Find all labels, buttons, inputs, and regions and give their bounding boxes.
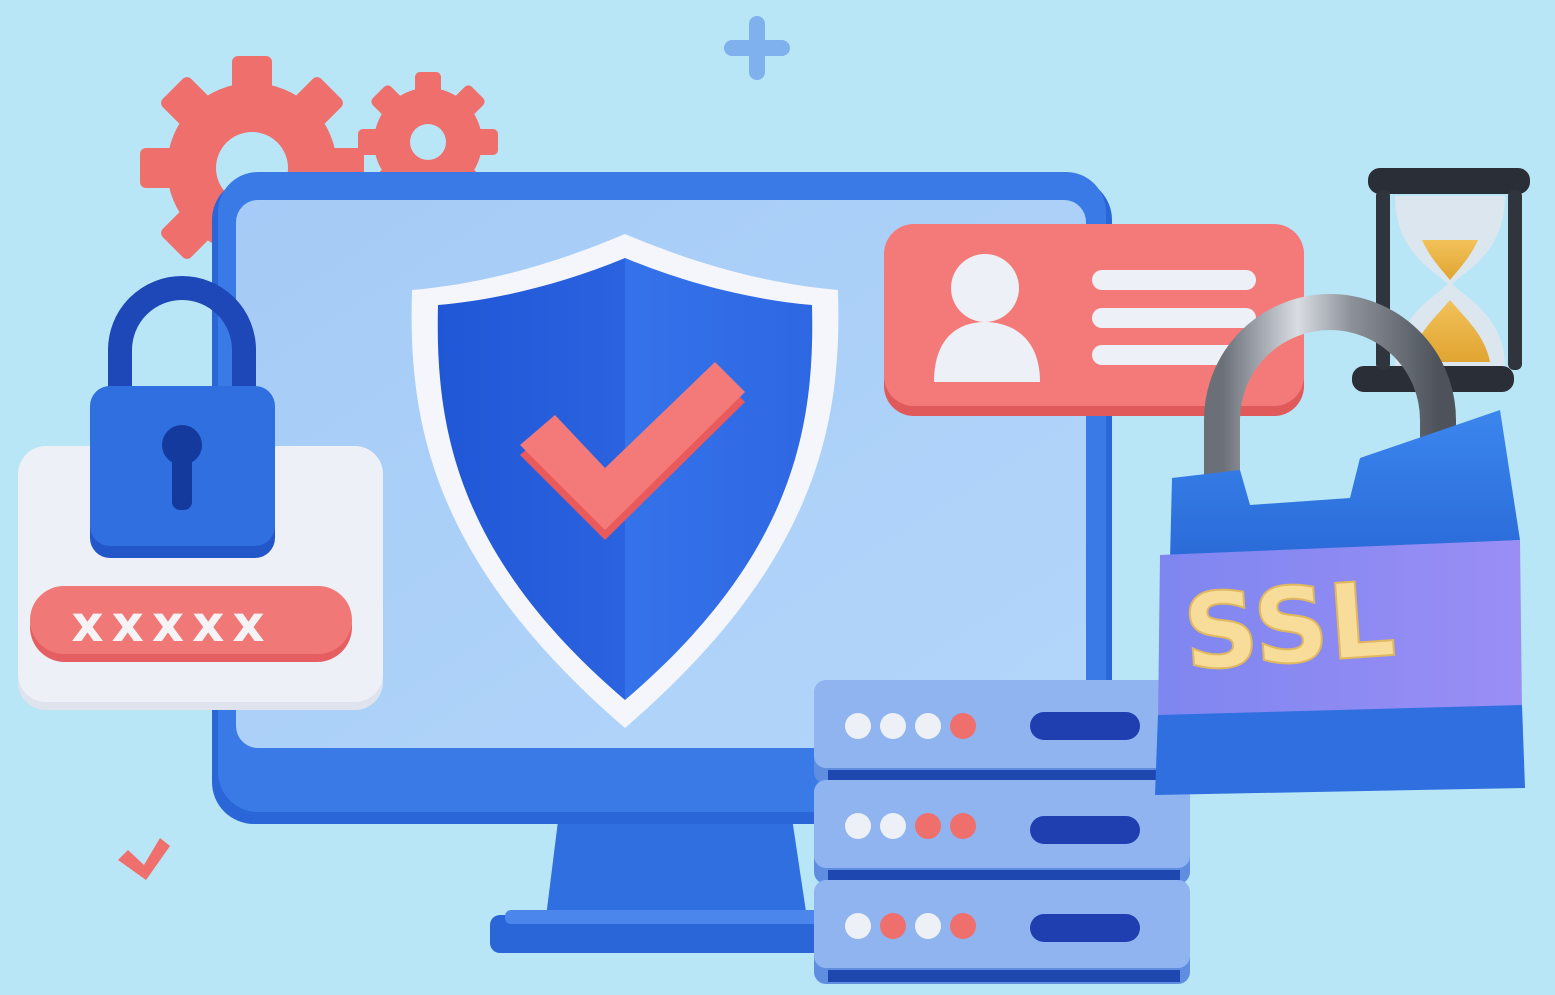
ssl-badge-text: SSL [1179, 558, 1398, 694]
server-unit [814, 780, 1190, 884]
plus-icon [724, 16, 790, 80]
hourglass-icon [1352, 168, 1530, 392]
server-unit [814, 880, 1190, 984]
padlock-icon [90, 276, 275, 558]
server-rack-icon [814, 680, 1190, 984]
password-field: xxxxx [30, 586, 352, 662]
password-mask-text: xxxxx [71, 595, 272, 653]
illustration-canvas: xxxxx SSL [18, 16, 1530, 984]
checkmark-icon [118, 838, 170, 880]
server-unit [814, 680, 1190, 784]
security-illustration: xxxxx SSL [0, 0, 1555, 995]
